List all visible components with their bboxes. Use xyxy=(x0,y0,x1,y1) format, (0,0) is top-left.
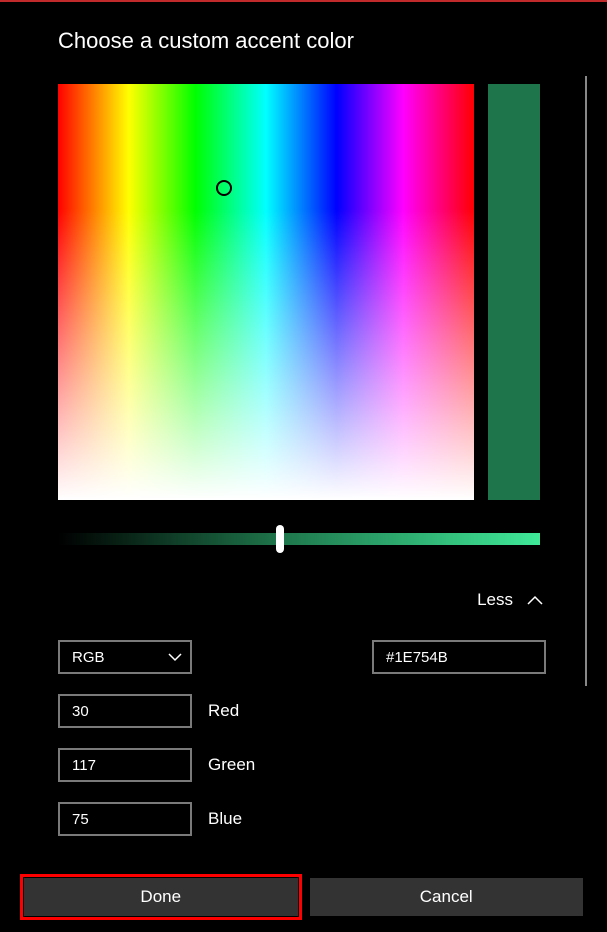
value-slider-thumb[interactable] xyxy=(276,525,284,553)
done-button[interactable]: Done xyxy=(24,878,298,916)
hex-input[interactable]: #1E754B xyxy=(372,640,546,674)
red-label: Red xyxy=(208,701,239,721)
red-channel-row: 30 Red xyxy=(58,694,549,728)
toggle-less-label: Less xyxy=(477,590,513,610)
color-mode-value: RGB xyxy=(72,649,105,666)
blue-input[interactable]: 75 xyxy=(58,802,192,836)
picker-row xyxy=(58,84,549,500)
done-button-label: Done xyxy=(140,887,181,907)
cancel-button[interactable]: Cancel xyxy=(310,878,584,916)
green-label: Green xyxy=(208,755,255,775)
color-picker-dialog: Choose a custom accent color Less RGB #1… xyxy=(0,0,607,836)
dialog-button-row: Done Cancel xyxy=(24,878,583,916)
green-channel-row: 117 Green xyxy=(58,748,549,782)
color-mode-select[interactable]: RGB xyxy=(58,640,192,674)
red-value: 30 xyxy=(72,703,89,720)
cancel-button-label: Cancel xyxy=(420,887,473,907)
color-spectrum[interactable] xyxy=(58,84,474,500)
dialog-title: Choose a custom accent color xyxy=(58,28,549,54)
red-input[interactable]: 30 xyxy=(58,694,192,728)
green-value: 117 xyxy=(72,757,96,774)
scrollbar[interactable] xyxy=(585,76,587,686)
hex-value: #1E754B xyxy=(386,649,448,666)
value-slider-track xyxy=(58,533,540,545)
chevron-up-icon xyxy=(527,595,543,605)
mode-hex-row: RGB #1E754B xyxy=(58,640,549,674)
value-slider[interactable] xyxy=(58,528,540,550)
blue-channel-row: 75 Blue xyxy=(58,802,549,836)
selected-color-swatch xyxy=(488,84,540,500)
blue-value: 75 xyxy=(72,811,89,828)
blue-label: Blue xyxy=(208,809,242,829)
chevron-down-icon xyxy=(168,649,182,666)
spectrum-cursor-icon xyxy=(216,180,232,196)
green-input[interactable]: 117 xyxy=(58,748,192,782)
toggle-less-button[interactable]: Less xyxy=(58,590,549,610)
